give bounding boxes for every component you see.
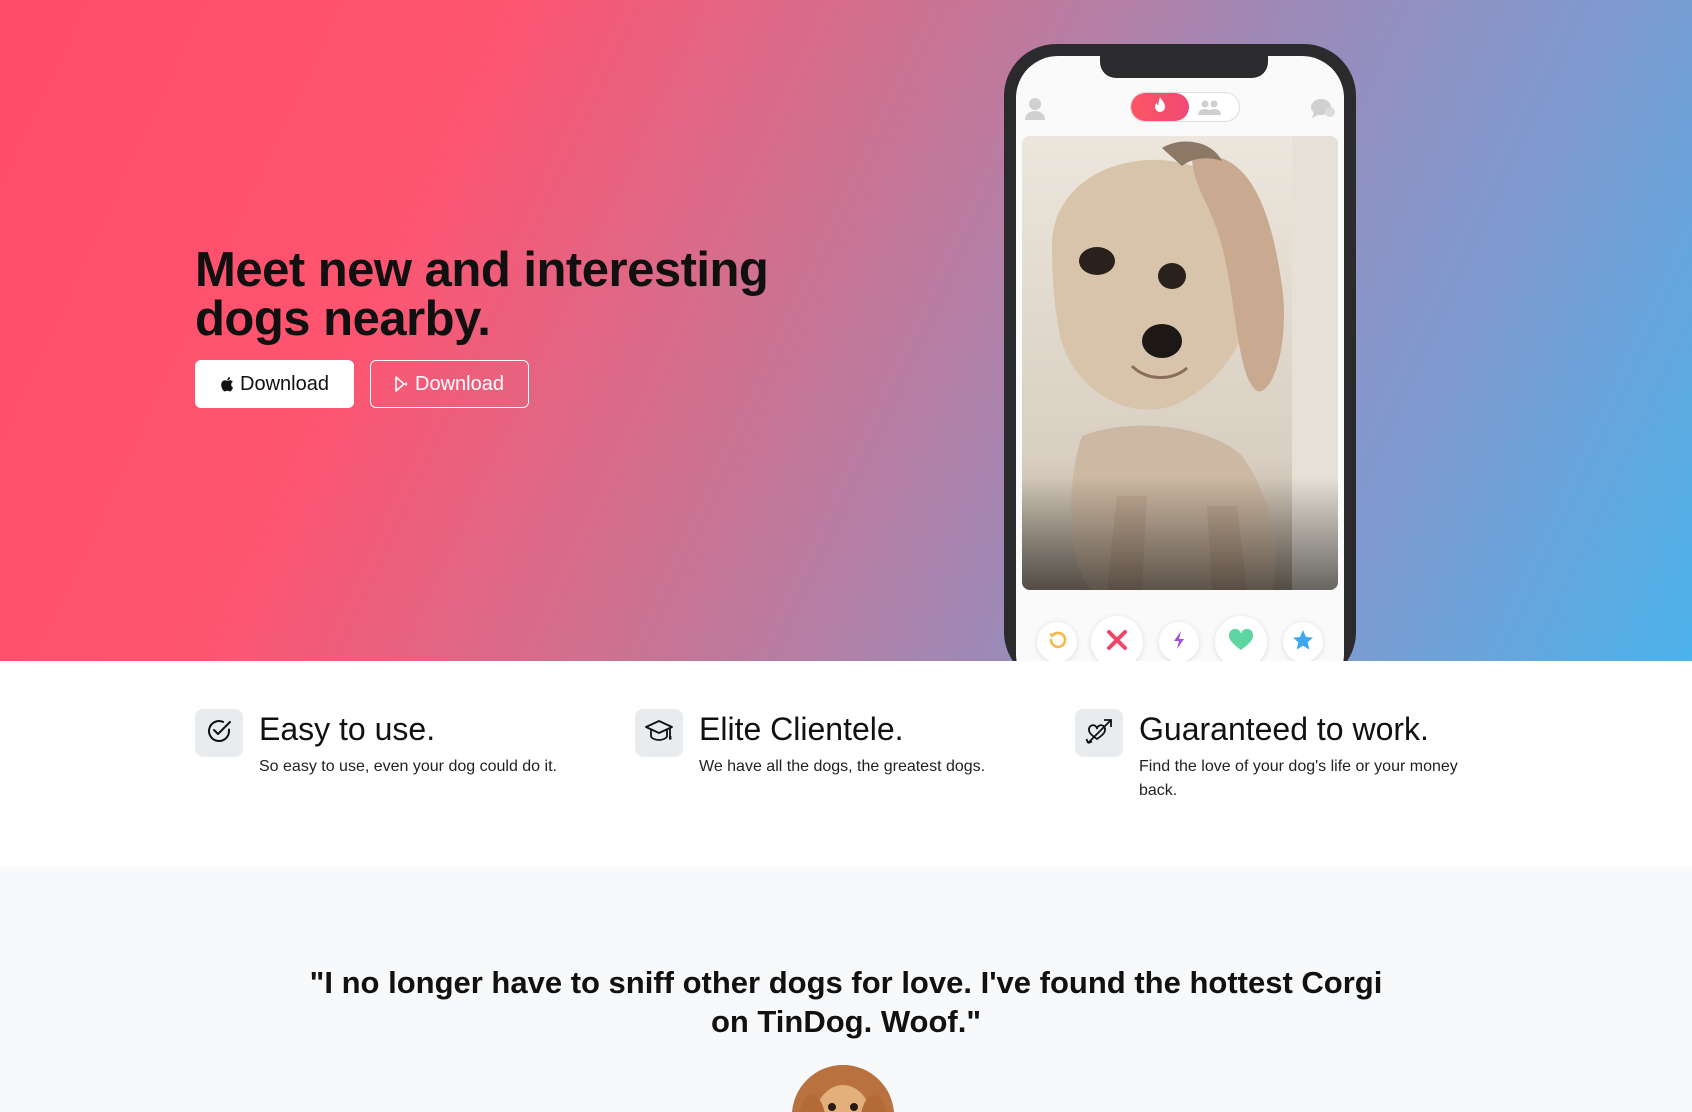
features-section: Easy to use. So easy to use, even your d… [0,661,1692,867]
phone-notch [1100,56,1268,78]
testimonial-avatar [792,1065,894,1112]
super-like-button[interactable] [1283,622,1323,661]
toggle-active [1131,93,1189,121]
apple-download-label: Download [240,372,329,395]
dog-photo-card[interactable] [1022,136,1338,590]
dog-avatar-image [792,1065,894,1112]
feature-text: We have all the dogs, the greatest dogs. [699,758,986,775]
phone-screen [1016,56,1344,661]
feature-text: Find the love of your dog's life or your… [1139,758,1458,799]
apple-icon [220,376,234,392]
flame-icon [1153,96,1167,119]
like-button[interactable] [1215,616,1267,661]
rewind-icon [1047,630,1067,655]
boost-icon [1172,630,1186,655]
profile-icon [1024,96,1046,125]
like-icon [1228,628,1254,656]
apple-download-button[interactable]: Download [195,360,354,408]
graduation-cap-icon [644,718,674,749]
chat-icon [1310,98,1336,125]
hero-section: Meet new and interesting dogs nearby. Do… [0,0,1692,661]
mode-toggle [1130,92,1240,122]
heart-arrow-icon [1084,716,1114,751]
dog-photo [1022,136,1338,590]
play-download-button[interactable]: Download [370,360,529,408]
feature-title: Guaranteed to work. [1139,711,1429,747]
feature-icon-box [195,709,243,757]
feature-text: So easy to use, even your dog could do i… [259,758,557,775]
play-download-label: Download [415,372,504,395]
feature-title: Easy to use. [259,711,436,747]
phone-mockup [1004,44,1356,661]
group-icon [1197,98,1223,121]
feature-icon-box [635,709,683,757]
check-circle-icon [205,717,233,750]
google-play-icon [395,376,409,392]
testimonial-quote: "I no longer have to sniff other dogs fo… [309,965,1383,1039]
testimonial-section: "I no longer have to sniff other dogs fo… [0,867,1692,1112]
boost-button[interactable] [1159,622,1199,661]
nope-icon [1106,629,1128,656]
hero-title: Meet new and interesting dogs nearby. [195,243,769,346]
nope-button[interactable] [1091,616,1143,661]
swipe-actions [1032,616,1328,661]
feature-icon-box [1075,709,1123,757]
super-like-icon [1292,629,1314,656]
feature-title: Elite Clientele. [699,711,904,747]
rewind-button[interactable] [1037,622,1077,661]
